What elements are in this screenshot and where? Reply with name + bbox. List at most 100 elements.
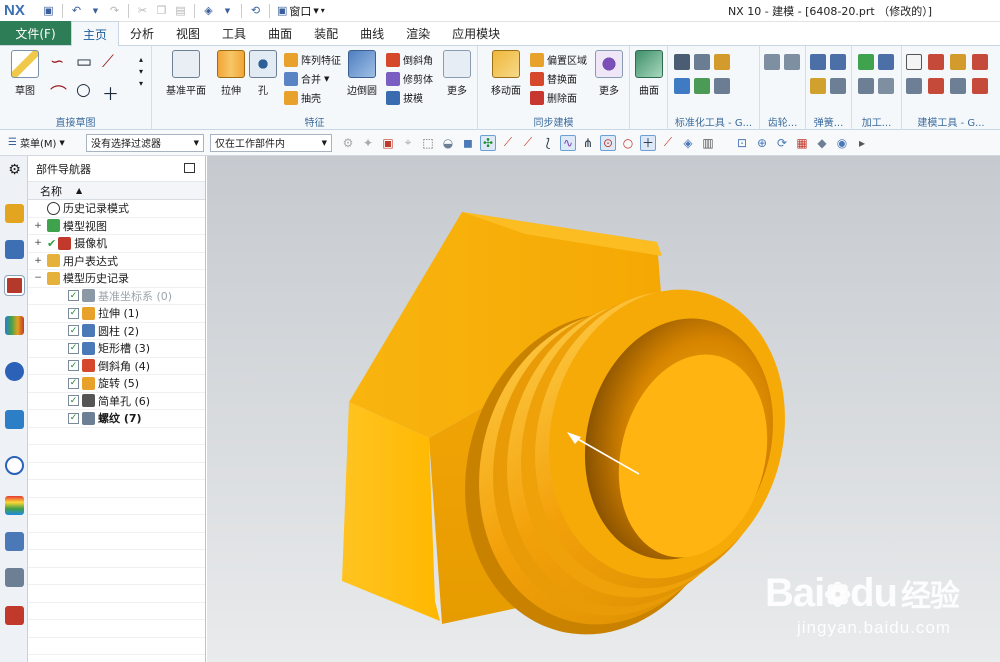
tree-row[interactable]: + 用户表达式 — [28, 253, 205, 270]
point-icon[interactable]: ＋ — [102, 80, 128, 108]
select-region-icon[interactable]: ▣ — [380, 135, 396, 151]
redo-icon[interactable]: ↷ — [106, 2, 123, 19]
tree-row[interactable]: + ✔ 摄像机 — [28, 235, 205, 253]
undo-icon[interactable]: ↶ — [68, 2, 85, 19]
tolerance-icon[interactable] — [950, 78, 966, 94]
replace-face-button[interactable]: 替换面 — [530, 71, 577, 86]
datum-plane-button[interactable]: 基准平面 — [164, 50, 208, 97]
select-all-icon[interactable]: ✦ — [360, 135, 376, 151]
cube-icon[interactable]: ◼ — [460, 135, 476, 151]
constraint-navigator-icon[interactable] — [5, 240, 24, 259]
expand-icon[interactable]: + — [34, 256, 42, 266]
column-header-name[interactable]: 名称 ▲ — [28, 182, 205, 200]
more-tools-icon[interactable]: ▸ — [854, 135, 870, 151]
orient-view-icon[interactable]: ▦ — [794, 135, 810, 151]
part-navigator-icon[interactable] — [4, 275, 25, 296]
roles-icon[interactable] — [5, 606, 24, 625]
bolt-icon[interactable] — [694, 54, 710, 70]
tab-curve[interactable]: 曲线 — [349, 21, 395, 45]
tab-render[interactable]: 渲染 — [395, 21, 441, 45]
visibility-checkbox[interactable]: ✓ — [68, 325, 79, 337]
zoom-icon[interactable]: ⊕ — [754, 135, 770, 151]
settings-icon[interactable]: ⚙ — [5, 162, 24, 181]
edge-blend-button[interactable]: 边倒圆 — [344, 50, 380, 97]
center-icon[interactable]: ⊙ — [600, 134, 616, 151]
tool-settings-icon[interactable] — [972, 78, 988, 94]
arc-icon[interactable]: ⌒ — [50, 80, 76, 108]
touch-mode-dropdown-icon[interactable]: ▼ — [219, 2, 236, 19]
selection-scope-dropdown[interactable]: 仅在工作部件内 ▼ — [210, 133, 332, 152]
visibility-checkbox[interactable]: ✓ — [68, 290, 79, 302]
pin-icon[interactable] — [674, 78, 690, 94]
surface-button[interactable]: 曲面 — [632, 50, 666, 97]
save-icon[interactable]: ▣ — [40, 2, 57, 19]
reuse-library-icon[interactable] — [5, 316, 24, 335]
table-icon[interactable] — [858, 78, 874, 94]
visibility-checkbox[interactable]: ✓ — [68, 412, 79, 424]
visibility-checkbox[interactable]: ✓ — [68, 377, 79, 389]
lasso-icon[interactable]: ⌖ — [400, 135, 416, 151]
trim-body-button[interactable]: 修剪体 — [386, 71, 433, 86]
line-icon[interactable]: ⟋ — [660, 135, 676, 151]
sketch-button[interactable]: 草图 — [6, 50, 44, 97]
selection-filter-dropdown[interactable]: 没有选择过滤器 ▼ — [86, 133, 204, 152]
mid-point-icon[interactable]: ⟋ — [500, 135, 516, 151]
fit-icon[interactable]: ⊡ — [734, 135, 750, 151]
tab-applications[interactable]: 应用模块 — [441, 21, 511, 45]
tree-row[interactable]: ✓ 基准坐标系 (0) — [28, 288, 205, 305]
bevel-gear-icon[interactable] — [784, 54, 800, 70]
spring-design-icon[interactable] — [830, 78, 846, 94]
tab-view[interactable]: 视图 — [165, 21, 211, 45]
rendering-style-icon[interactable]: ◆ — [814, 135, 830, 151]
offset-region-button[interactable]: 偏置区域 — [530, 52, 587, 67]
move-face-button[interactable]: 移动面 — [486, 50, 526, 97]
table-icon[interactable]: ▥ — [700, 135, 716, 151]
tree-row[interactable]: ✓ 圆柱 (2) — [28, 323, 205, 340]
hole-button[interactable]: 孔 — [244, 50, 282, 97]
tree-row[interactable]: 历史记录模式 — [28, 200, 205, 218]
visibility-checkbox[interactable]: ✓ — [68, 395, 79, 407]
face-icon[interactable]: ◈ — [680, 135, 696, 151]
chart-icon[interactable] — [950, 54, 966, 70]
undo-dropdown-icon[interactable]: ▼ — [87, 2, 104, 19]
point-on-curve-icon[interactable]: ＋ — [640, 134, 656, 151]
shell-button[interactable]: 抽壳 — [284, 90, 321, 105]
rectangle-select-icon[interactable]: ⬚ — [420, 135, 436, 151]
tab-file[interactable]: 文件(F) — [0, 21, 71, 45]
tree-row[interactable]: + 模型视图 — [28, 218, 205, 235]
manufacturing-wizard-icon[interactable] — [5, 568, 24, 587]
tree-row[interactable]: ✓ 矩形槽 (3) — [28, 340, 205, 358]
paste-icon[interactable]: ▤ — [172, 2, 189, 19]
tool-icon[interactable] — [878, 78, 894, 94]
customize-icon[interactable]: ▾ — [321, 6, 325, 15]
quadrant-icon[interactable]: ⋔ — [580, 135, 596, 151]
view-icon[interactable] — [972, 54, 988, 70]
delete-face-button[interactable]: 删除面 — [530, 90, 577, 105]
collapse-icon[interactable]: − — [34, 273, 42, 283]
tree-row[interactable]: ✓ 旋转 (5) — [28, 375, 205, 393]
end-point-icon[interactable]: ✣ — [480, 134, 496, 151]
copy-icon[interactable]: ❐ — [153, 2, 170, 19]
tree-row[interactable]: − 模型历史记录 — [28, 270, 205, 288]
bearing-icon[interactable] — [714, 78, 730, 94]
pattern-feature-button[interactable]: 阵列特征 — [284, 52, 341, 67]
check-icon[interactable] — [858, 54, 874, 70]
studio-spline-icon[interactable]: ∽ — [50, 52, 76, 80]
tree-row[interactable]: ✓ 螺纹 (7) — [28, 410, 205, 428]
nut-icon[interactable] — [714, 54, 730, 70]
draft-button[interactable]: 拔模 — [386, 90, 423, 105]
clock-icon[interactable] — [5, 456, 24, 475]
spring-icon[interactable] — [810, 54, 826, 70]
sketch-more-icon[interactable]: ▴ ▾ ▾ — [139, 54, 143, 90]
maximize-icon[interactable] — [184, 163, 195, 173]
touch-mode-icon[interactable]: ◈ — [200, 2, 217, 19]
tree-row[interactable]: ✓ 拉伸 (1) — [28, 305, 205, 323]
matrix-icon[interactable] — [906, 78, 922, 94]
cut-icon[interactable]: ✂ — [134, 2, 151, 19]
tab-home[interactable]: 主页 — [71, 21, 120, 46]
snap-icon[interactable]: ⚙ — [340, 135, 356, 151]
chamfer-button[interactable]: 倒斜角 — [386, 52, 433, 67]
assembly-navigator-icon[interactable] — [5, 204, 24, 223]
spring-delete-icon[interactable] — [810, 78, 826, 94]
window-menu[interactable]: ▣ 窗口 ▼ ▾ — [277, 3, 325, 19]
